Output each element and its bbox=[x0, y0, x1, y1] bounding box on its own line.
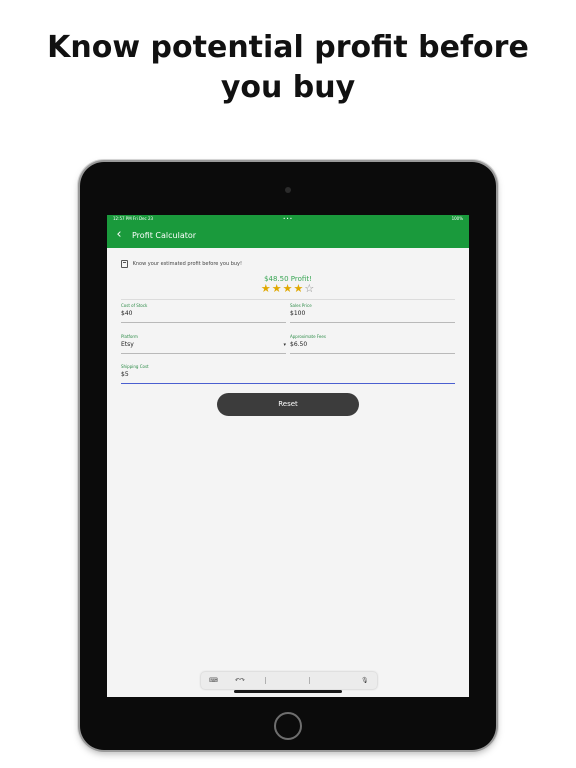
approximate-fees-field[interactable]: Approximate Fees $6.50 bbox=[290, 334, 455, 354]
approximate-fees-label: Approximate Fees bbox=[290, 334, 326, 339]
cost-of-stock-label: Cost of Stock bbox=[121, 303, 148, 308]
headline: Know potential profit before you buy bbox=[47, 30, 529, 105]
home-indicator bbox=[234, 690, 342, 693]
back-button[interactable]: ‹ bbox=[111, 227, 127, 243]
approximate-fees-value[interactable]: $6.50 bbox=[290, 341, 307, 349]
shipping-cost-value[interactable]: $5 bbox=[121, 371, 129, 379]
undo-redo-icon[interactable]: ↶↷ bbox=[235, 672, 245, 689]
app-bar: ‹ Profit Calculator bbox=[107, 223, 469, 248]
intro-text: Know your estimated profit before you bu… bbox=[132, 261, 243, 267]
platform-select[interactable]: Platform Etsy ▾ bbox=[121, 334, 286, 354]
camera bbox=[285, 187, 291, 193]
star-rating: ★★★★☆ bbox=[107, 282, 469, 296]
home-button[interactable] bbox=[274, 712, 302, 740]
star-filled-icon: ★ bbox=[282, 282, 294, 295]
sales-price-value[interactable]: $100 bbox=[290, 310, 305, 318]
kb-separator bbox=[265, 677, 266, 684]
platform-label: Platform bbox=[121, 334, 138, 339]
microphone-icon[interactable]: 🎙 bbox=[361, 672, 369, 689]
multitask-dots[interactable]: ••• bbox=[283, 215, 293, 223]
battery-status: 100% bbox=[451, 216, 463, 221]
shipping-cost-label: Shipping Cost bbox=[121, 364, 149, 369]
tablet-frame: 12:57 PM Fri Dec 23 ••• 100% ‹ Profit Ca… bbox=[80, 162, 496, 750]
reset-button[interactable]: Reset bbox=[217, 393, 359, 416]
star-filled-icon: ★ bbox=[260, 282, 272, 295]
cost-of-stock-value[interactable]: $40 bbox=[121, 310, 132, 318]
chevron-down-icon[interactable]: ▾ bbox=[283, 342, 286, 348]
calculator-icon bbox=[121, 259, 128, 268]
status-bar: 12:57 PM Fri Dec 23 ••• 100% bbox=[107, 215, 469, 223]
star-empty-icon: ☆ bbox=[304, 282, 316, 295]
app-screen: 12:57 PM Fri Dec 23 ••• 100% ‹ Profit Ca… bbox=[107, 215, 469, 697]
keyboard-icon[interactable]: ⌨ bbox=[209, 672, 218, 689]
page-title: Profit Calculator bbox=[132, 231, 197, 240]
star-filled-icon: ★ bbox=[293, 282, 305, 295]
keyboard-shortcut-bar: ⌨ ↶↷ 🎙 bbox=[201, 672, 377, 689]
kb-separator bbox=[309, 677, 310, 684]
cost-of-stock-field[interactable]: Cost of Stock $40 bbox=[121, 303, 286, 323]
platform-value[interactable]: Etsy bbox=[121, 341, 134, 349]
intro-row: Know your estimated profit before you bu… bbox=[121, 259, 242, 269]
divider bbox=[121, 299, 455, 300]
star-filled-icon: ★ bbox=[271, 282, 283, 295]
sales-price-label: Sales Price bbox=[290, 303, 312, 308]
status-time: 12:57 PM Fri Dec 23 bbox=[113, 216, 154, 221]
shipping-cost-field[interactable]: Shipping Cost $5 bbox=[121, 364, 455, 384]
sales-price-field[interactable]: Sales Price $100 bbox=[290, 303, 455, 323]
